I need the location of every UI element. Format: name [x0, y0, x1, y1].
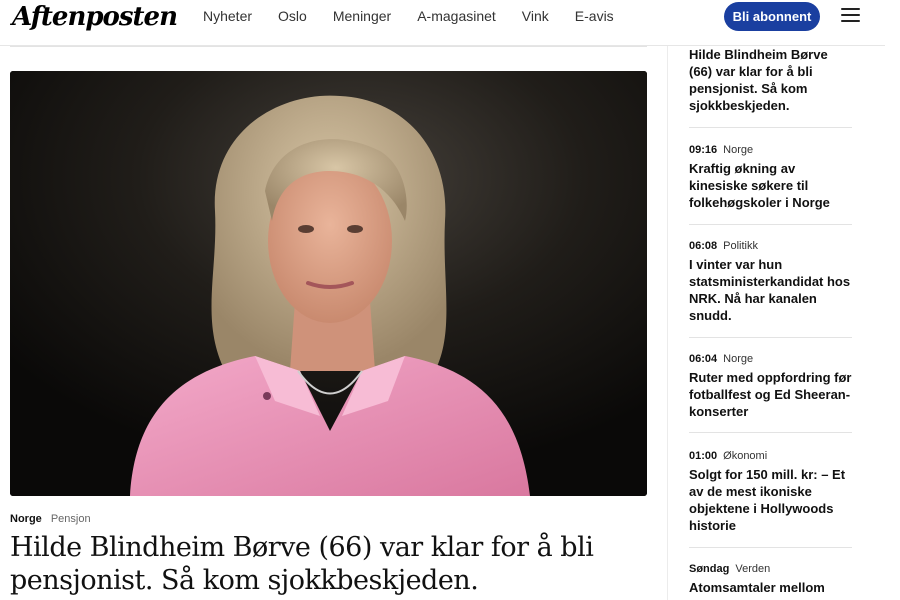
- sidebar-news-time: 06:08: [689, 240, 718, 252]
- nav-item-a-magasinet[interactable]: A-magasinet: [417, 8, 496, 24]
- sidebar-news-category: Norge: [723, 353, 754, 365]
- sidebar-news-category: Økonomi: [723, 450, 768, 462]
- main-nav: Nyheter Oslo Meninger A-magasinet Vink E…: [203, 8, 640, 24]
- sidebar-news-meta: 06:08 Politikk: [689, 240, 854, 252]
- hero-image[interactable]: [10, 71, 647, 496]
- sidebar-news-title: Hilde Blindheim Børve (66) var klar for …: [689, 47, 828, 113]
- sidebar-news-title: I vinter var hun statsministerkandidat h…: [689, 257, 851, 323]
- sidebar-news-meta: 01:00 Økonomi: [689, 450, 854, 462]
- sidebar-news-time: 06:04: [689, 353, 718, 365]
- nav-item-meninger[interactable]: Meninger: [333, 8, 391, 24]
- nav-item-nyheter[interactable]: Nyheter: [203, 8, 252, 24]
- nav-item-e-avis[interactable]: E-avis: [575, 8, 614, 24]
- sidebar-news-item[interactable]: Hilde Blindheim Børve (66) var klar for …: [689, 46, 854, 114]
- site-logo[interactable]: Aftenposten: [12, 2, 178, 32]
- sidebar-news-item[interactable]: 01:00 Økonomi Solgt for 150 mill. kr: – E…: [689, 450, 854, 534]
- sidebar-news-meta: Søndag Verden: [689, 563, 854, 575]
- nav-item-vink[interactable]: Vink: [522, 8, 549, 24]
- sidebar-separator: [689, 127, 852, 128]
- column-divider: [667, 46, 668, 600]
- sidebar-news-category: Politikk: [723, 240, 758, 252]
- article-headline[interactable]: Hilde Blindheim Børve (66) var klar for …: [10, 531, 650, 597]
- portrait-illustration: [10, 71, 647, 496]
- article-kicker: Norge Pensjon: [10, 513, 91, 525]
- article-tag[interactable]: Pensjon: [51, 513, 91, 525]
- hamburger-menu-icon[interactable]: [841, 8, 860, 22]
- site-header: Aftenposten Nyheter Oslo Meninger A-maga…: [0, 0, 885, 46]
- sidebar-news-title: Solgt for 150 mill. kr: – Et av de mest …: [689, 467, 846, 533]
- sidebar-news-time: Søndag: [689, 563, 730, 575]
- sidebar-news-item[interactable]: 06:04 Norge Ruter med oppfordring før fot…: [689, 353, 854, 420]
- sidebar-news-meta: 09:16 Norge: [689, 144, 854, 156]
- nav-item-oslo[interactable]: Oslo: [278, 8, 307, 24]
- sidebar-news-time: 01:00: [689, 450, 718, 462]
- sidebar-news-time: 09:16: [689, 144, 718, 156]
- sidebar-news-item[interactable]: 09:16 Norge Kraftig økning av kinesiske s…: [689, 144, 854, 211]
- sidebar-separator: [689, 432, 852, 433]
- sidebar-news-title: Kraftig økning av kinesiske søkere til f…: [689, 161, 830, 210]
- sidebar-news-category: Verden: [735, 563, 771, 575]
- sidebar-news-title: Ruter med oppfordring før fotballfest og…: [689, 370, 852, 419]
- sidebar-separator: [689, 547, 852, 548]
- article-section[interactable]: Norge: [10, 513, 42, 525]
- sidebar-news-category: Norge: [723, 144, 754, 156]
- subscribe-button[interactable]: Bli abonnent: [724, 2, 820, 31]
- sidebar-separator: [689, 224, 852, 225]
- sidebar-news-meta: 06:04 Norge: [689, 353, 854, 365]
- sidebar-news-title: Atomsamtaler mellom: [689, 580, 825, 595]
- divider: [10, 46, 647, 47]
- sidebar-news-item[interactable]: 06:08 Politikk I vinter var hun statsmini…: [689, 240, 854, 324]
- sidebar-separator: [689, 337, 852, 338]
- sidebar-news-item[interactable]: Søndag Verden Atomsamtaler mellom: [689, 563, 854, 596]
